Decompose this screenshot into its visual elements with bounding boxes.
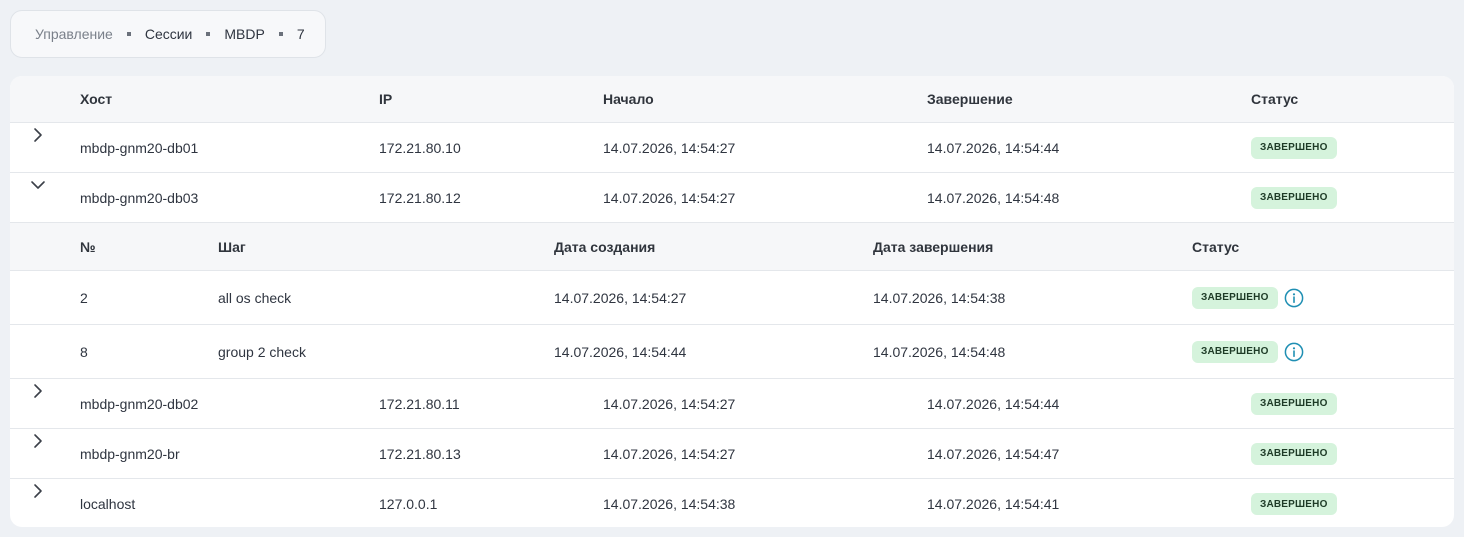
host-ip: 172.21.80.13 xyxy=(379,445,461,462)
host-ip: 172.21.80.12 xyxy=(379,189,461,206)
status-badge: ЗАВЕРШЕНО xyxy=(1251,493,1337,515)
table-row[interactable]: mbdp-gnm20-db01 172.21.80.10 14.07.2026,… xyxy=(10,123,1454,173)
session-start: 14.07.2026, 14:54:27 xyxy=(603,189,736,206)
column-header-end: Завершение xyxy=(927,91,1013,107)
breadcrumb-item-project[interactable]: MBDP xyxy=(224,26,264,42)
table-row[interactable]: mbdp-gnm20-db03 172.21.80.12 14.07.2026,… xyxy=(10,173,1454,223)
chevron-right-icon[interactable] xyxy=(26,429,50,453)
column-header-created: Дата создания xyxy=(554,238,656,255)
sessions-table: Хост IP Начало Завершение Статус mbdp-gn… xyxy=(10,76,1454,527)
info-icon[interactable] xyxy=(1284,288,1304,308)
column-header-finished: Дата завершения xyxy=(873,238,994,255)
host-name: mbdp-gnm20-br xyxy=(80,445,180,462)
step-row: 8 group 2 check 14.07.2026, 14:54:44 14.… xyxy=(10,325,1454,379)
step-finished: 14.07.2026, 14:54:38 xyxy=(873,289,1006,306)
chevron-right-icon[interactable] xyxy=(26,479,50,503)
host-name: localhost xyxy=(80,496,136,512)
column-header-number: № xyxy=(80,238,96,255)
status-badge: ЗАВЕРШЕНО xyxy=(1251,442,1337,465)
table-row[interactable]: localhost 127.0.0.1 14.07.2026, 14:54:38… xyxy=(10,479,1454,527)
session-start: 14.07.2026, 14:54:27 xyxy=(603,395,736,412)
step-name: group 2 check xyxy=(218,343,306,360)
status-badge: ЗАВЕРШЕНО xyxy=(1251,186,1337,209)
host-ip: 127.0.0.1 xyxy=(379,496,438,512)
table-header: Хост IP Начало Завершение Статус xyxy=(10,76,1454,123)
host-ip: 172.21.80.10 xyxy=(379,139,461,156)
status-badge: ЗАВЕРШЕНО xyxy=(1192,340,1278,363)
column-header-host: Хост xyxy=(80,91,113,107)
table-row[interactable]: mbdp-gnm20-br 172.21.80.13 14.07.2026, 1… xyxy=(10,429,1454,479)
column-header-status: Статус xyxy=(1251,91,1299,107)
chevron-right-icon[interactable] xyxy=(26,379,50,403)
session-start: 14.07.2026, 14:54:38 xyxy=(603,496,736,512)
column-header-step: Шаг xyxy=(218,238,246,255)
column-header-ip: IP xyxy=(379,91,393,107)
session-end: 14.07.2026, 14:54:41 xyxy=(927,496,1060,512)
host-name: mbdp-gnm20-db01 xyxy=(80,139,199,156)
breadcrumb-separator xyxy=(126,32,131,36)
step-created: 14.07.2026, 14:54:27 xyxy=(554,289,687,306)
step-name: all os check xyxy=(218,289,292,306)
breadcrumb-item-session-id: 7 xyxy=(296,26,305,42)
breadcrumb-separator xyxy=(278,32,283,36)
table-row[interactable]: mbdp-gnm20-db02 172.21.80.11 14.07.2026,… xyxy=(10,379,1454,429)
session-end: 14.07.2026, 14:54:47 xyxy=(927,445,1060,462)
step-number: 2 xyxy=(80,289,88,306)
chevron-right-icon[interactable] xyxy=(26,123,50,147)
steps-table-header: № Шаг Дата создания Дата завершения Стат… xyxy=(10,223,1454,271)
step-created: 14.07.2026, 14:54:44 xyxy=(554,343,687,360)
status-badge: ЗАВЕРШЕНО xyxy=(1192,286,1278,309)
column-header-start: Начало xyxy=(603,91,654,107)
host-name: mbdp-gnm20-db02 xyxy=(80,395,199,412)
chevron-down-icon[interactable] xyxy=(26,173,50,197)
info-icon[interactable] xyxy=(1284,342,1304,362)
status-badge: ЗАВЕРШЕНО xyxy=(1251,392,1337,415)
breadcrumb-item-management[interactable]: Управление xyxy=(35,26,113,42)
column-header-step-status: Статус xyxy=(1192,238,1240,255)
step-finished: 14.07.2026, 14:54:48 xyxy=(873,343,1006,360)
breadcrumb-item-sessions[interactable]: Сессии xyxy=(145,26,193,42)
step-number: 8 xyxy=(80,343,88,360)
host-name: mbdp-gnm20-db03 xyxy=(80,189,199,206)
session-start: 14.07.2026, 14:54:27 xyxy=(603,139,736,156)
session-start: 14.07.2026, 14:54:27 xyxy=(603,445,736,462)
host-ip: 172.21.80.11 xyxy=(379,395,460,412)
breadcrumb-separator xyxy=(206,32,211,36)
session-end: 14.07.2026, 14:54:44 xyxy=(927,139,1060,156)
session-end: 14.07.2026, 14:54:44 xyxy=(927,395,1060,412)
breadcrumb: Управление Сессии MBDP 7 xyxy=(10,10,326,58)
status-badge: ЗАВЕРШЕНО xyxy=(1251,136,1337,159)
session-end: 14.07.2026, 14:54:48 xyxy=(927,189,1060,206)
step-row: 2 all os check 14.07.2026, 14:54:27 14.0… xyxy=(10,271,1454,325)
